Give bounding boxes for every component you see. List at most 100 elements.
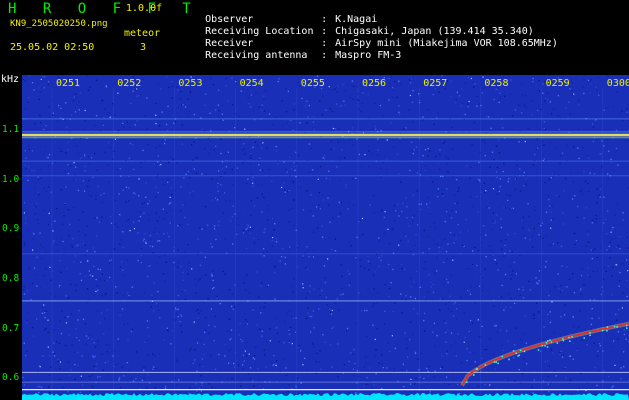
noise-speck [450,274,452,276]
noise-speck [553,332,555,334]
noise-speck [583,217,586,219]
noise-speck [57,250,59,252]
noise-speck [544,361,547,363]
noise-speck [90,393,92,395]
noise-speck [183,177,185,179]
noise-speck [599,188,602,190]
noise-speck [550,227,552,229]
noise-speck [520,112,523,114]
noise-speck [97,376,99,378]
noise-speck [68,334,71,336]
noise-speck [534,206,536,208]
noise-speck [306,241,308,243]
noise-speck [177,249,179,251]
noise-speck [272,238,274,240]
noise-speck [486,115,488,117]
noise-speck [545,97,547,100]
noise-speck [103,333,105,335]
noise-speck [424,261,426,263]
noise-speck [426,203,428,205]
noise-speck [379,104,381,107]
noise-speck [52,270,54,272]
noise-speck [354,322,357,324]
noise-speck [58,286,60,288]
noise-speck [117,92,119,94]
noise-speck [126,259,129,261]
noise-speck [622,119,624,121]
noise-speck [317,178,319,180]
noise-speck [293,199,295,201]
noise-speck [399,140,401,142]
noise-speck [107,142,110,144]
noise-speck [224,172,226,174]
noise-speck [89,334,91,336]
noise-speck [489,384,491,386]
noise-speck [157,291,159,293]
noise-speck [153,163,155,165]
noise-speck [525,178,527,180]
noise-speck [353,85,355,87]
noise-speck [622,219,624,221]
noise-speck [415,352,417,355]
noise-speck [101,273,103,275]
noise-speck [287,240,289,242]
noise-speck [308,104,310,107]
noise-speck [212,270,214,272]
noise-speck [153,231,155,233]
noise-speck [77,319,79,321]
noise-speck [446,278,448,281]
noise-speck [177,308,179,310]
noise-speck [57,360,59,363]
noise-speck [509,250,511,252]
noise-speck [503,162,505,165]
noise-speck [137,259,139,262]
noise-speck [204,256,206,258]
noise-speck [606,233,608,235]
noise-speck [183,251,185,253]
noise-speck [139,215,142,218]
noise-speck [164,280,166,282]
noise-speck [133,192,135,194]
noise-speck [522,297,525,299]
noise-speck [535,302,538,304]
noise-speck [301,97,303,100]
noise-speck [423,319,425,322]
noise-speck [78,339,80,342]
noise-speck [361,165,363,168]
noise-speck [157,240,159,242]
noise-speck [195,310,197,312]
noise-speck [506,330,508,332]
noise-speck [109,263,111,265]
noise-speck [514,188,516,191]
noise-speck [53,240,55,242]
noise-speck [237,364,240,366]
noise-speck [273,355,275,357]
noise-speck [378,256,380,259]
noise-speck [232,308,234,310]
noise-speck [432,181,434,183]
noise-speck [216,186,219,188]
noise-speck [215,145,217,147]
noise-speck [601,165,603,168]
noise-speck [255,346,257,348]
noise-speck [28,229,30,231]
noise-speck [228,289,230,291]
noise-speck [64,170,66,172]
noise-speck [232,205,234,207]
noise-speck [514,232,516,235]
noise-speck [605,270,607,272]
noise-speck [381,387,383,390]
noise-speck [177,316,179,318]
noise-speck [181,143,183,145]
noise-speck [28,148,30,150]
noise-speck [599,345,601,347]
noise-speck [342,84,344,86]
noise-speck [225,166,227,168]
noise-speck [70,283,72,285]
noise-speck [262,252,265,254]
noise-speck [297,346,299,348]
noise-speck [611,386,613,389]
noise-speck [78,109,80,111]
noise-speck [119,243,121,245]
noise-speck [175,309,177,311]
